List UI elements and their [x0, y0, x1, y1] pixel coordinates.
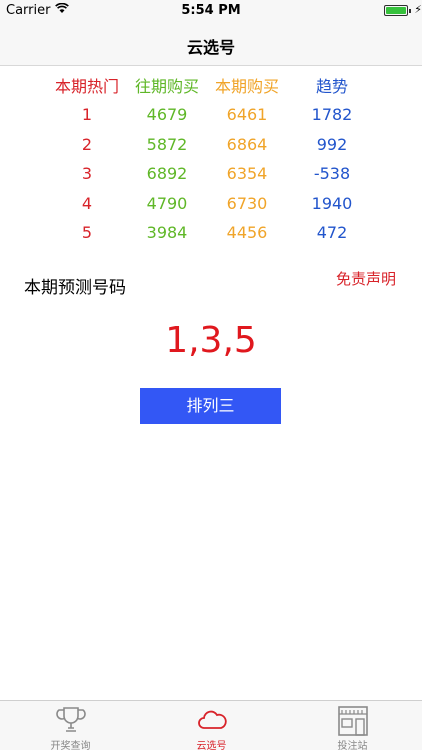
- current-purchase-cell: 4456: [226, 223, 268, 242]
- past-purchase-cell: 4679: [146, 105, 188, 124]
- hot-rank-cell: 3: [81, 164, 93, 183]
- trend-cell: 1782: [311, 105, 353, 124]
- trophy-icon: [55, 707, 86, 732]
- current-purchase-cell: 6354: [226, 164, 268, 183]
- tab-draw-results[interactable]: 开奖查询: [0, 701, 141, 750]
- column-current-purchases: 本期购买 6461 6864 6354 6730 4456: [207, 74, 287, 248]
- hot-rank-cell: 1: [81, 105, 93, 124]
- current-purchase-cell: 6461: [226, 105, 268, 124]
- header-trend: 趋势: [315, 77, 348, 96]
- trend-cell: -538: [313, 164, 351, 183]
- trend-cell: 472: [316, 223, 348, 242]
- tab-label-draw-results: 开奖查询: [50, 741, 91, 750]
- tab-betting-station[interactable]: 投注站: [282, 701, 422, 750]
- header-current-purchases: 本期购买: [214, 77, 279, 96]
- predicted-numbers: 1,3,5: [165, 320, 257, 361]
- past-purchase-cell: 6892: [146, 164, 188, 183]
- lottery-type-button[interactable]: 排列三: [140, 388, 281, 424]
- charging-bolt-icon: ⚡: [414, 3, 422, 16]
- store-icon: [337, 706, 368, 736]
- past-purchase-cell: 4790: [146, 193, 188, 213]
- past-purchase-cell: 3984: [146, 223, 188, 242]
- current-purchase-cell: 6730: [226, 193, 268, 213]
- header-past-purchases: 往期购买: [134, 77, 199, 96]
- status-bar: Carrier 5:54 PM ⚡: [0, 0, 422, 22]
- hot-rank-cell: 2: [81, 134, 93, 154]
- column-hot-rank: 本期热门 1 2 3 4 5: [47, 74, 127, 248]
- past-purchase-cell: 5872: [146, 134, 188, 154]
- navigation-bar: 云选号: [0, 22, 422, 66]
- trend-cell: 992: [316, 134, 348, 154]
- tab-cloud-pick[interactable]: 云选号: [141, 701, 282, 750]
- trend-cell: 1940: [311, 193, 353, 213]
- column-past-purchases: 往期购买 4679 5872 6892 4790 3984: [127, 74, 207, 248]
- hot-rank-cell: 5: [81, 223, 93, 242]
- prediction-label: 本期预测号码: [24, 278, 126, 298]
- column-trend: 趋势 1782 992 -538 1940 472: [287, 74, 377, 248]
- current-purchase-cell: 6864: [226, 134, 268, 154]
- tab-label-cloud-pick: 云选号: [196, 741, 227, 750]
- hot-rank-cell: 4: [81, 193, 93, 213]
- header-hot-rank: 本期热门: [54, 77, 119, 96]
- status-time: 5:54 PM: [181, 3, 241, 18]
- page-title: 云选号: [186, 38, 235, 57]
- cloud-icon: [197, 710, 227, 729]
- tab-label-betting-station: 投注站: [337, 741, 368, 750]
- disclaimer-link[interactable]: 免责声明: [336, 268, 396, 289]
- tab-bar: 开奖查询 云选号 投注站: [0, 700, 422, 750]
